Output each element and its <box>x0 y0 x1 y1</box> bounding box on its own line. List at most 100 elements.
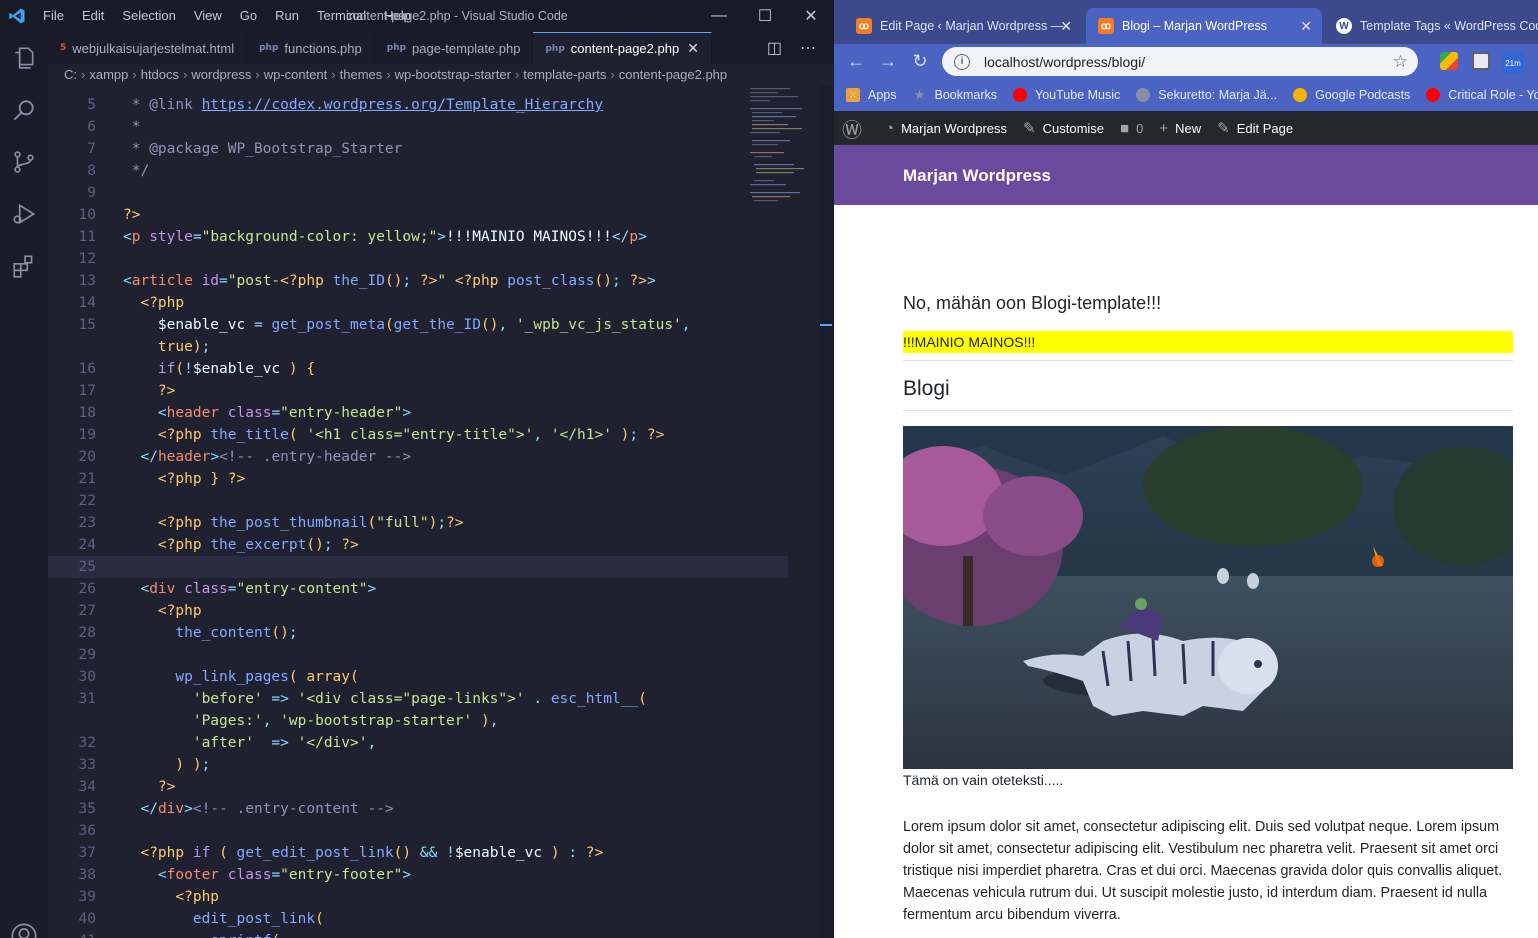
line-number: 31 <box>78 691 96 707</box>
editor-tab[interactable]: php functions.php <box>247 32 375 64</box>
line-number: 38 <box>78 867 96 883</box>
code-text: <?php <box>157 603 202 619</box>
minimap[interactable] <box>748 86 808 206</box>
extension-icon[interactable] <box>1440 52 1458 70</box>
breadcrumb-item[interactable]: xampp <box>89 67 128 82</box>
breadcrumb: C: › xampp › htdocs › wordpress › wp-content › the… <box>48 64 834 86</box>
chevron-right-icon: › <box>331 67 336 82</box>
code-editor[interactable]: 5 * @link https://codex.wordpress.org/Te… <box>48 86 834 938</box>
admin-bar-item[interactable]: + New <box>1159 120 1201 137</box>
line-number: 16 <box>78 361 96 377</box>
editor-tab[interactable]: 5 webjulkaisujarjestelmat.html <box>48 32 248 64</box>
code-line: 33 ) ); <box>48 754 788 776</box>
account-icon[interactable] <box>10 922 38 938</box>
maximize-button[interactable]: ☐ <box>742 0 788 32</box>
menu-item-view[interactable]: View <box>185 0 231 32</box>
code-line: 37 <?php if ( get_edit_post_link() && !$… <box>48 842 788 864</box>
vscode-logo-icon <box>0 0 34 32</box>
admin-bar-item[interactable]: ✎ Edit Page <box>1217 119 1293 137</box>
editor-tab-label: functions.php <box>284 40 362 56</box>
code-line: 32 'after' => '</div>', <box>48 732 788 754</box>
code-line: 16 if(!$enable_vc ) { <box>48 358 788 380</box>
breadcrumb-item[interactable]: content-page2.php <box>619 67 727 82</box>
browser-tab[interactable]: ꝏ Blogi – Marjan WordPress ✕ <box>1086 8 1322 44</box>
menu-item-help[interactable]: Help <box>375 0 420 32</box>
menu-item-edit[interactable]: Edit <box>73 0 113 32</box>
close-icon[interactable]: ✕ <box>687 40 699 57</box>
breadcrumb-item[interactable]: C: <box>64 67 77 82</box>
bookmark-item[interactable]: YouTube Music <box>1013 88 1120 102</box>
code-text: <?php <box>140 295 185 311</box>
admin-bar-item[interactable]: ■ 0 <box>1120 120 1143 137</box>
bookmark-star-icon[interactable]: ☆ <box>1393 52 1408 72</box>
close-button[interactable]: ✕ <box>788 0 834 32</box>
bookmark-item[interactable]: ★ Bookmarks <box>913 87 997 102</box>
breadcrumb-item[interactable]: htdocs <box>141 67 179 82</box>
explorer-icon[interactable] <box>0 32 48 84</box>
globe-icon <box>1136 88 1151 102</box>
post-content: Lorem ipsum dolor sit amet, consectetur … <box>903 819 1503 923</box>
brush-icon: ✎ <box>1023 120 1036 137</box>
line-number: 25 <box>78 559 96 575</box>
code-text: * <box>123 119 141 135</box>
breadcrumb-item[interactable]: template-parts <box>523 67 606 82</box>
menu-item-terminal[interactable]: Terminal <box>308 0 375 32</box>
code-line: 41 sprintf( <box>48 930 788 938</box>
back-icon[interactable]: ← <box>840 51 872 72</box>
line-number: 39 <box>78 889 96 905</box>
breadcrumb-item[interactable]: wordpress <box>191 67 251 82</box>
admin-bar-item[interactable]: ✎ Customise <box>1023 119 1104 137</box>
admin-bar-item[interactable]: Ⓦ <box>842 114 869 143</box>
forward-icon[interactable]: → <box>872 51 904 72</box>
bookmark-item[interactable]: Sekuretto: Marja Jä... <box>1136 88 1277 102</box>
address-bar[interactable]: i localhost/wordpress/blogi/ ☆ <box>942 47 1418 76</box>
split-editor-icon[interactable]: ◫ <box>767 38 782 58</box>
close-icon[interactable]: ✕ <box>1060 18 1072 35</box>
line-number: 10 <box>78 207 96 223</box>
bookmark-label: Critical Role - You... <box>1448 88 1538 102</box>
browser-tab[interactable]: W Template Tags « WordPress Codex <box>1324 8 1538 44</box>
menu-item-run[interactable]: Run <box>266 0 308 32</box>
admin-bar-item[interactable]: ◔ Marjan Wordpress <box>885 120 1007 137</box>
vscode-titlebar: File Edit Selection View Go Run Terminal Help c… <box>0 0 834 32</box>
browser-tab[interactable]: ꝏ Edit Page ‹ Marjan Wordpress — ✕ <box>844 8 1082 44</box>
line-number: 29 <box>78 647 96 663</box>
minimize-button[interactable]: — <box>696 0 742 32</box>
code-line: 17 ?> <box>48 380 788 402</box>
more-actions-icon[interactable]: ⋯ <box>800 38 816 58</box>
breadcrumb-item[interactable]: themes <box>340 67 383 82</box>
extension-badge-icon[interactable]: 21m <box>1502 52 1524 74</box>
bookmark-label: Google Podcasts <box>1315 88 1411 102</box>
code-line: 28 the_content(); <box>48 622 788 644</box>
bookmark-item[interactable]: ⁙ Apps <box>846 88 897 102</box>
search-icon[interactable] <box>0 84 48 136</box>
menu-item-go[interactable]: Go <box>231 0 266 32</box>
run-debug-icon[interactable] <box>0 188 48 240</box>
line-number: 24 <box>78 537 96 553</box>
reload-icon[interactable]: ↻ <box>904 51 936 72</box>
editor-tab[interactable]: php page-template.php <box>374 32 534 64</box>
code-line: 31 'before' => '<div class="page-links">… <box>48 688 788 710</box>
menu-item-selection[interactable]: Selection <box>113 0 184 32</box>
site-header: Marjan Wordpress <box>834 145 1538 205</box>
breadcrumb-item[interactable]: wp-bootstrap-starter <box>395 67 511 82</box>
scroll-position-marker <box>820 324 832 326</box>
bookmark-item[interactable]: Google Podcasts <box>1293 88 1410 102</box>
site-name[interactable]: Marjan Wordpress <box>903 166 1051 186</box>
line-number: 35 <box>78 801 96 817</box>
menu-item-file[interactable]: File <box>34 0 73 32</box>
site-info-icon[interactable]: i <box>954 53 970 70</box>
editor-tab[interactable]: php content-page2.php ✕ <box>533 32 712 64</box>
close-icon[interactable]: ✕ <box>1300 18 1312 35</box>
extension-icon[interactable] <box>1472 52 1490 70</box>
line-number: 32 <box>78 735 96 751</box>
breadcrumb-item[interactable]: wp-content <box>264 67 328 82</box>
line-number: 40 <box>78 911 96 927</box>
line-number: 22 <box>78 493 96 509</box>
source-control-icon[interactable] <box>0 136 48 188</box>
bookmark-item[interactable]: Critical Role - You... <box>1426 88 1538 102</box>
extensions-icon[interactable] <box>0 240 48 292</box>
editor-scrollbar[interactable] <box>820 86 834 938</box>
dashboard-icon: ◔ <box>885 119 895 137</box>
code-line: 'Pages:', 'wp-bootstrap-starter' ), <box>48 710 788 732</box>
